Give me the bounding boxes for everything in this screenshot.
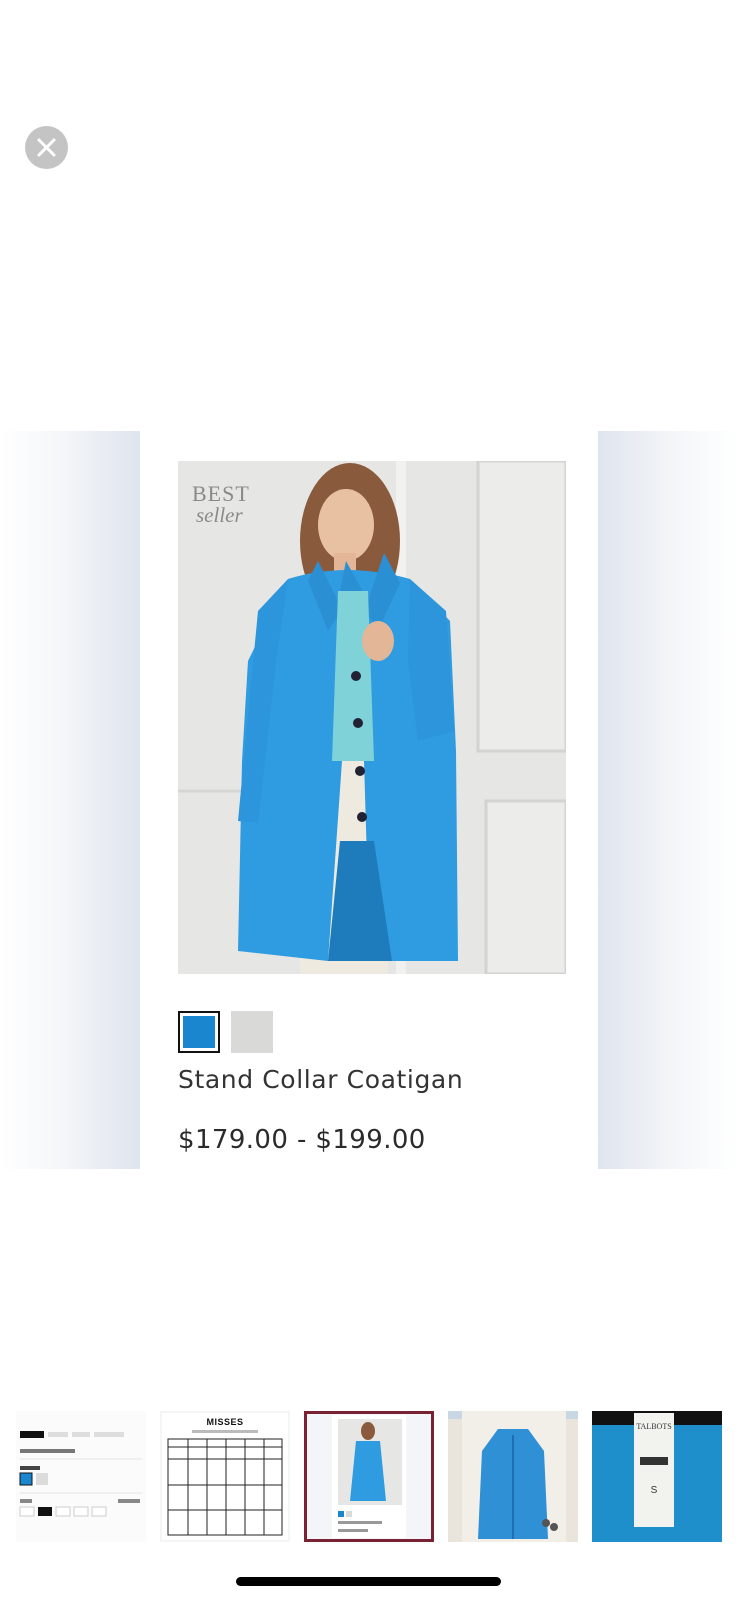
product-photo[interactable]: BEST seller (178, 461, 566, 974)
thumbnail-5[interactable]: TALBOTS S (592, 1411, 722, 1542)
close-button[interactable] (25, 126, 68, 169)
coat-on-hanger-image (448, 1411, 578, 1542)
tag-brand-text: TALBOTS (636, 1422, 671, 1431)
close-icon (37, 138, 56, 157)
garment-tag-image: TALBOTS S (592, 1411, 722, 1542)
product-card: BEST seller Stand Collar Coatigan $179.0… (140, 431, 598, 1169)
product-price: $179.00 - $199.00 (178, 1125, 426, 1155)
swatch-gray[interactable] (231, 1011, 273, 1053)
model-coat-image (178, 461, 566, 974)
thumbnail-4[interactable] (448, 1411, 578, 1542)
thumbnail-1[interactable] (16, 1411, 146, 1542)
thumbnail-3[interactable] (304, 1411, 434, 1542)
badge-best-text: BEST (192, 481, 250, 506)
swatch-blue-fill (183, 1016, 215, 1048)
thumbnail-2[interactable]: MISSES (160, 1411, 290, 1542)
product-name[interactable]: Stand Collar Coatigan (178, 1065, 463, 1094)
image-viewer[interactable]: BEST seller Stand Collar Coatigan $179.0… (0, 431, 738, 1169)
size-chart-table-image (167, 1430, 283, 1536)
product-card-thumbnail-image (304, 1411, 434, 1542)
size-chart-sheet: MISSES (162, 1413, 288, 1540)
thumbnail-strip: MISSES TALBOTS S (16, 1411, 722, 1542)
badge-seller-text: seller (196, 503, 243, 527)
home-indicator[interactable] (236, 1577, 501, 1586)
previous-slide-preview[interactable] (0, 431, 140, 1169)
swatch-blue[interactable] (178, 1011, 220, 1053)
tag-size-text: S (651, 1485, 658, 1496)
best-seller-badge: BEST seller (192, 483, 250, 526)
color-swatches (178, 1011, 273, 1053)
product-details-screenshot-image (16, 1411, 146, 1542)
next-slide-preview[interactable] (598, 431, 738, 1169)
